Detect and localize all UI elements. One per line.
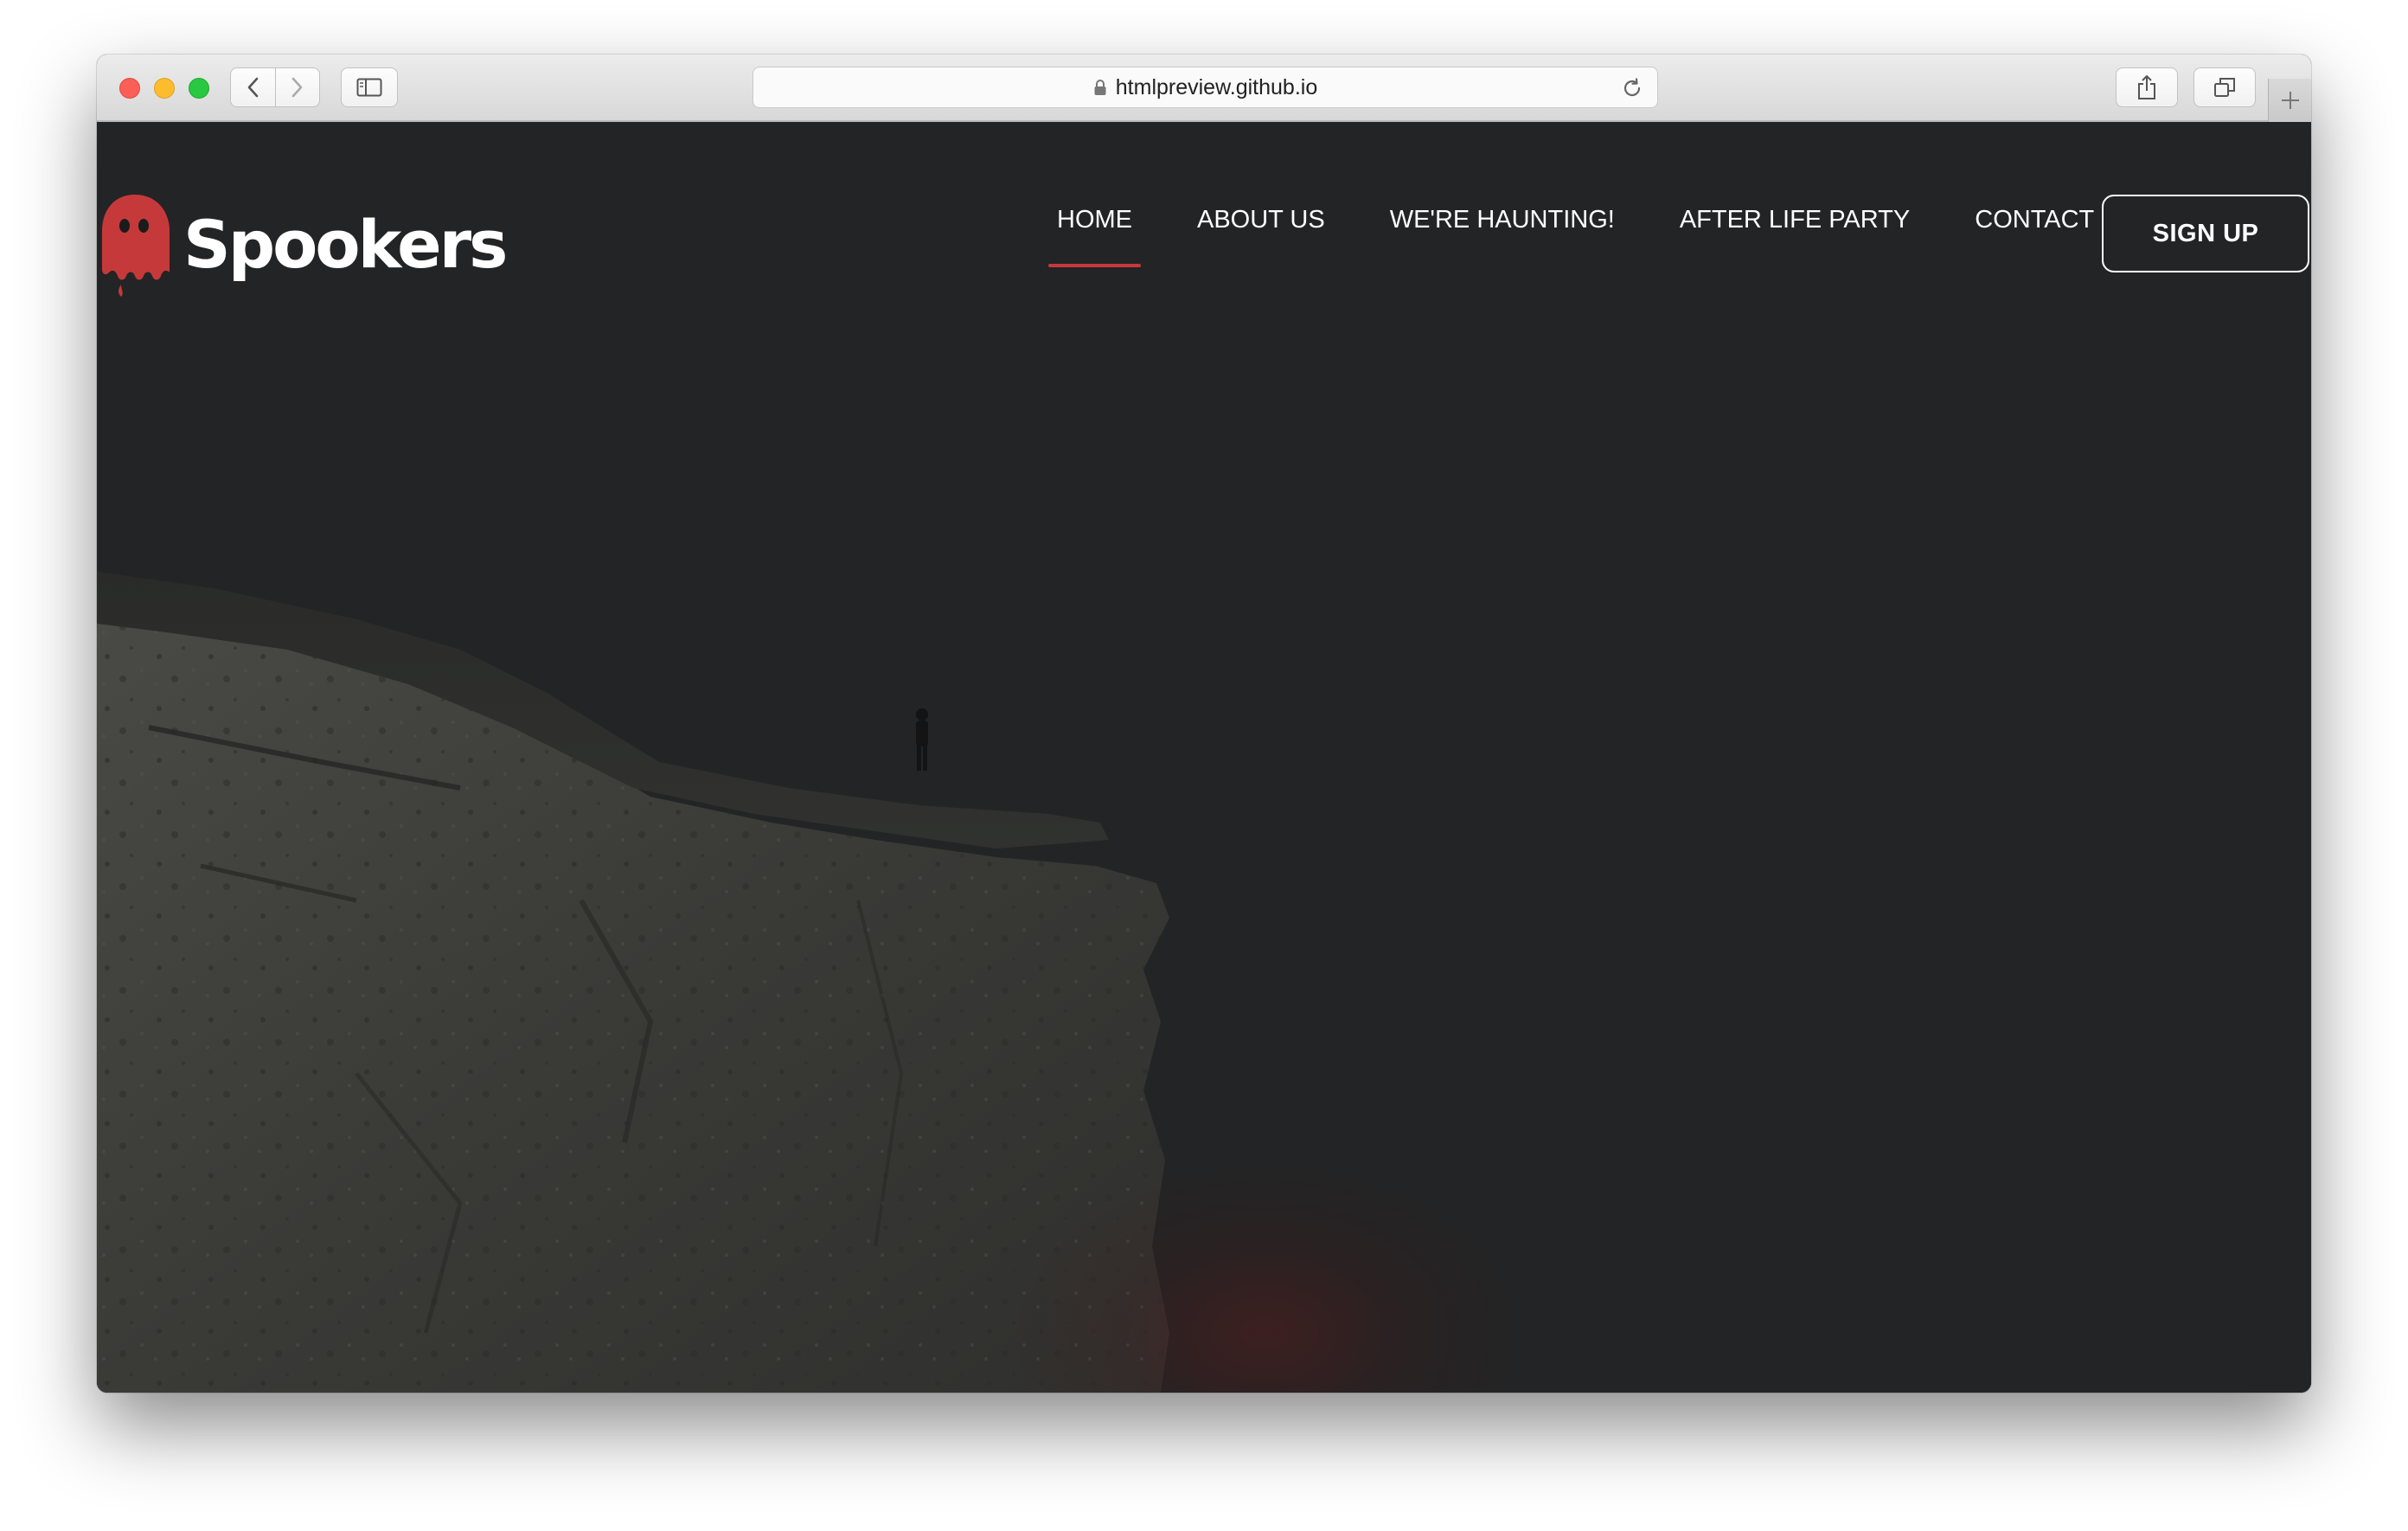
back-button[interactable]	[231, 68, 275, 106]
browser-toolbar: htmlpreview.github.io	[97, 54, 2311, 122]
browser-window: htmlpreview.github.io Spookers HOME ABOU…	[97, 54, 2311, 1393]
nav-about-us[interactable]: ABOUT US	[1197, 195, 1325, 245]
close-window-button[interactable]	[119, 78, 140, 99]
nav-were-haunting[interactable]: WE'RE HAUNTING!	[1390, 195, 1615, 245]
url-text: htmlpreview.github.io	[1115, 74, 1318, 99]
sidebar-button[interactable]	[341, 67, 398, 107]
site-logo[interactable]: Spookers	[97, 191, 508, 298]
share-icon	[2138, 75, 2155, 99]
share-button[interactable]	[2116, 67, 2178, 107]
new-tab-button[interactable]	[2268, 79, 2311, 122]
zoom-window-button[interactable]	[189, 78, 209, 99]
ghost-icon	[102, 195, 170, 297]
chevron-left-icon	[247, 77, 259, 98]
brand-name: Spookers	[183, 206, 508, 283]
history-navigation	[230, 67, 320, 107]
plus-icon	[2281, 92, 2299, 109]
reload-icon[interactable]	[1621, 77, 1643, 99]
main-navigation: HOME ABOUT US WE'RE HAUNTING! AFTER LIFE…	[1048, 195, 2159, 267]
nav-contact[interactable]: CONTACT	[1975, 195, 2094, 245]
nav-after-life-party[interactable]: AFTER LIFE PARTY	[1680, 195, 1910, 245]
nav-home[interactable]: HOME	[1048, 195, 1141, 267]
sidebar-icon	[356, 78, 382, 97]
lock-icon	[1094, 80, 1106, 95]
tabs-overview-icon	[2214, 78, 2235, 97]
minimize-window-button[interactable]	[154, 78, 175, 99]
sign-up-button[interactable]: SIGN UP	[2102, 195, 2309, 272]
address-bar[interactable]: htmlpreview.github.io	[752, 67, 1658, 108]
forward-button[interactable]	[274, 68, 320, 106]
web-page: Spookers HOME ABOUT US WE'RE HAUNTING! A…	[97, 122, 2311, 1393]
url-display[interactable]: htmlpreview.github.io	[753, 67, 1657, 107]
red-glow-overlay	[1005, 1160, 1524, 1393]
tabs-overview-button[interactable]	[2193, 67, 2256, 107]
chevron-right-icon	[291, 77, 303, 98]
